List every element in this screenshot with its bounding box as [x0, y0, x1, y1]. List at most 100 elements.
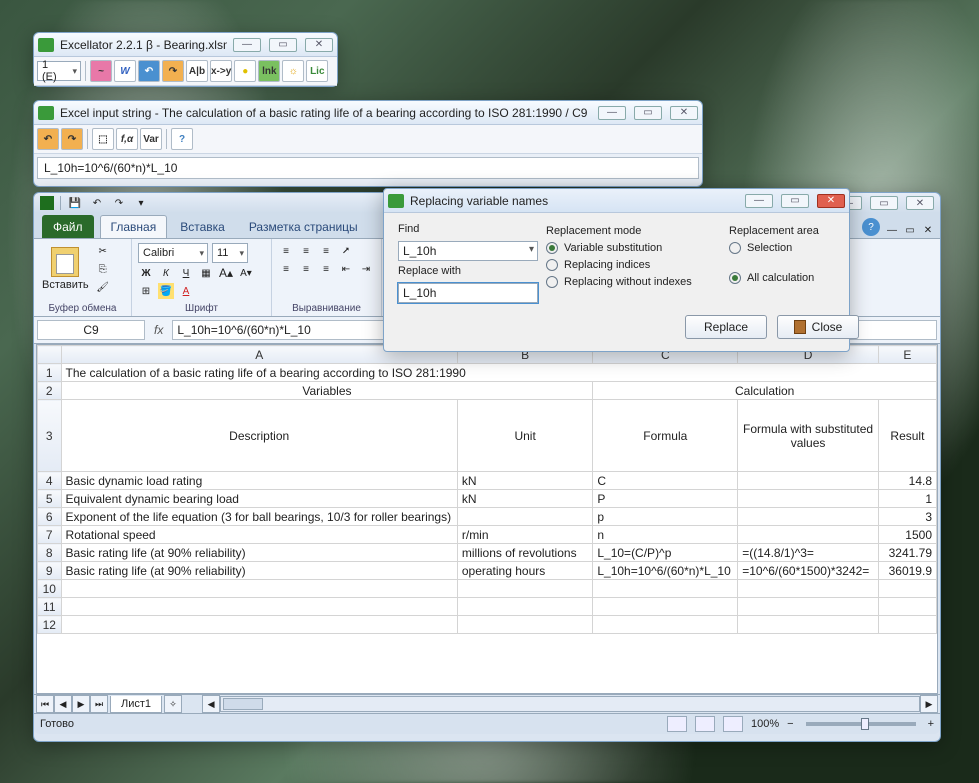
horizontal-scrollbar[interactable]: ◀ ▶ [202, 695, 938, 713]
undo-icon[interactable]: ↶ [89, 195, 105, 211]
cell[interactable] [457, 616, 593, 634]
cell[interactable]: Variables [61, 382, 593, 400]
view-normal-button[interactable] [667, 716, 687, 732]
lic-button[interactable]: Lic [306, 60, 328, 82]
align-right-button[interactable]: ≡ [318, 261, 334, 277]
cell[interactable]: 1 [878, 490, 936, 508]
cell[interactable] [593, 598, 738, 616]
shrink-font-button[interactable]: A▾ [238, 265, 254, 281]
align-center-button[interactable]: ≡ [298, 261, 314, 277]
find-input[interactable]: L_10h [398, 241, 538, 261]
redo-icon[interactable]: ↷ [111, 195, 127, 211]
fill-color-button[interactable]: 🪣 [158, 283, 174, 299]
cell[interactable] [593, 616, 738, 634]
qat-more-icon[interactable]: ▾ [133, 195, 149, 211]
select-all-corner[interactable] [38, 346, 62, 364]
cell[interactable]: kN [457, 472, 593, 490]
worksheet[interactable]: A B C D E 1 The calculation of a basic r… [36, 344, 938, 694]
row-header[interactable]: 12 [38, 616, 62, 634]
tab-home[interactable]: Главная [100, 215, 168, 238]
row-header[interactable]: 7 [38, 526, 62, 544]
cell[interactable] [593, 580, 738, 598]
tab-insert[interactable]: Вставка [169, 215, 236, 238]
cell[interactable]: C [593, 472, 738, 490]
cell[interactable] [457, 508, 593, 526]
maximize-button[interactable]: ▭ [781, 194, 809, 208]
view-layout-button[interactable] [695, 716, 715, 732]
cut-icon[interactable]: ✂ [95, 243, 111, 259]
mdi-close[interactable]: ✕ [920, 222, 936, 238]
mode-replacing-without-indexes[interactable]: Replacing without indexes [546, 276, 721, 288]
format-painter-icon[interactable]: 🖌 [95, 279, 111, 295]
row-header[interactable]: 8 [38, 544, 62, 562]
fx-label[interactable]: fx [148, 323, 169, 337]
mode-variable-substitution[interactable]: Variable substitution [546, 242, 721, 254]
cell[interactable]: 1500 [878, 526, 936, 544]
border-button[interactable]: ▦ [198, 265, 214, 281]
area-selection[interactable]: Selection [729, 242, 859, 254]
scroll-right[interactable]: ▶ [920, 695, 938, 713]
cell[interactable]: Result [878, 400, 936, 472]
cell[interactable]: Basic rating life (at 90% reliability) [61, 562, 457, 580]
orientation-button[interactable]: ⭧ [338, 243, 354, 259]
cell[interactable] [457, 598, 593, 616]
close-button[interactable]: ✕ [305, 38, 333, 52]
cell[interactable]: 3241.79 [878, 544, 936, 562]
close-dialog-button[interactable]: Close [777, 315, 859, 339]
maximize-button[interactable]: ▭ [634, 106, 662, 120]
cell[interactable]: Exponent of the life equation (3 for bal… [61, 508, 457, 526]
cell[interactable]: Rotational speed [61, 526, 457, 544]
cell[interactable]: millions of revolutions [457, 544, 593, 562]
cell[interactable] [878, 580, 936, 598]
row-header[interactable]: 4 [38, 472, 62, 490]
borders-button[interactable]: ⊞ [138, 283, 154, 299]
tab-nav-last[interactable]: ⏭ [90, 695, 108, 713]
underline-button[interactable]: Ч [178, 265, 194, 281]
minimize-button[interactable]: — [745, 194, 773, 208]
help-button[interactable]: ? [171, 128, 193, 150]
cell[interactable] [738, 526, 879, 544]
minimize-button[interactable]: — [233, 38, 261, 52]
link-button[interactable]: lnk [258, 60, 280, 82]
mdi-minimize[interactable]: — [884, 222, 900, 238]
italic-button[interactable]: К [158, 265, 174, 281]
cell[interactable]: p [593, 508, 738, 526]
redo-button[interactable]: ↷ [61, 128, 83, 150]
cell[interactable]: L_10=(C/P)^p [593, 544, 738, 562]
area-all-calculation[interactable]: All calculation [729, 272, 859, 284]
cell[interactable] [738, 490, 879, 508]
cell[interactable] [738, 508, 879, 526]
align-top-button[interactable]: ≡ [278, 243, 294, 259]
sheet-combo[interactable]: 1 (E) [37, 61, 81, 81]
cell[interactable]: 14.8 [878, 472, 936, 490]
replace-button[interactable]: Replace [685, 315, 767, 339]
font-name-combo[interactable]: Calibri [138, 243, 208, 263]
chart-icon[interactable]: ~ [90, 60, 112, 82]
zoom-slider[interactable] [806, 722, 916, 726]
fa-button[interactable]: f,α [116, 128, 138, 150]
cell[interactable]: Equivalent dynamic bearing load [61, 490, 457, 508]
close-button[interactable]: ✕ [670, 106, 698, 120]
tab-nav-next[interactable]: ▶ [72, 695, 90, 713]
help-icon[interactable]: ? [862, 218, 880, 236]
row-header[interactable]: 11 [38, 598, 62, 616]
font-size-combo[interactable]: 11 [212, 243, 248, 263]
cell[interactable]: operating hours [457, 562, 593, 580]
decrease-indent-button[interactable]: ⇤ [338, 261, 354, 277]
tab-nav-prev[interactable]: ◀ [54, 695, 72, 713]
cell[interactable] [878, 598, 936, 616]
align-left-button[interactable]: ≡ [278, 261, 294, 277]
cell[interactable]: Formula with substituted values [738, 400, 879, 472]
view-break-button[interactable] [723, 716, 743, 732]
xy-button[interactable]: x->y [210, 60, 232, 82]
cell[interactable]: n [593, 526, 738, 544]
row-header[interactable]: 3 [38, 400, 62, 472]
zoom-out-button[interactable]: − [787, 718, 793, 730]
input-titlebar[interactable]: Excel input string - The calculation of … [34, 101, 702, 125]
undo-button[interactable]: ↶ [37, 128, 59, 150]
dot-button[interactable]: ● [234, 60, 256, 82]
row-header[interactable]: 10 [38, 580, 62, 598]
col-header[interactable]: E [878, 346, 936, 364]
cell[interactable] [61, 580, 457, 598]
tab-file[interactable]: Файл [42, 215, 94, 238]
